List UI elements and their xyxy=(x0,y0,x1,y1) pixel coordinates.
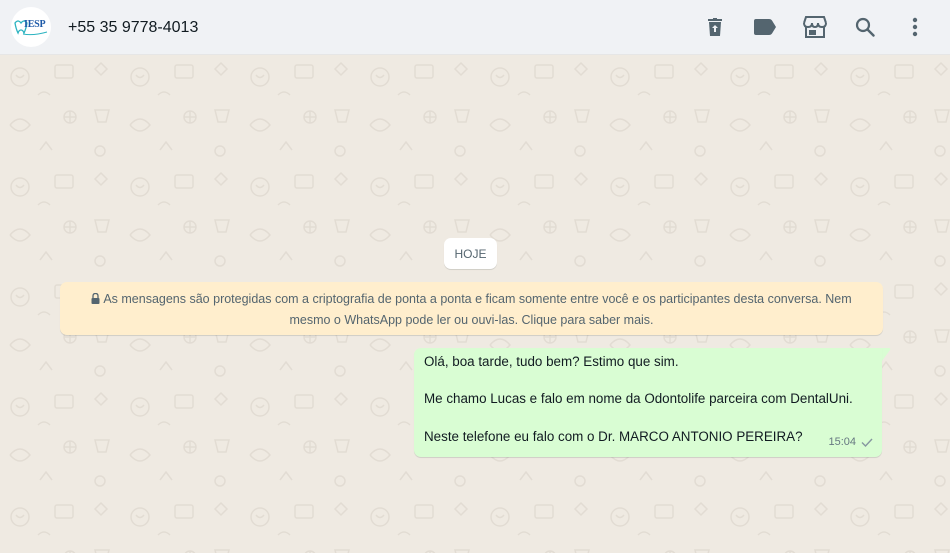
date-divider: HOJE xyxy=(444,238,497,269)
search-icon[interactable] xyxy=(852,14,878,40)
encryption-notice-text: As mensagens são protegidas com a cripto… xyxy=(103,292,852,327)
message-time: 15:04 xyxy=(828,436,856,449)
message-line: Neste telefone eu falo com o Dr. MARCO A… xyxy=(424,428,803,444)
avatar-logo-text: IESP xyxy=(24,19,46,30)
message-meta: 15:04 xyxy=(828,433,873,452)
avatar[interactable]: IESP xyxy=(11,7,51,47)
label-icon[interactable] xyxy=(752,14,778,40)
bubble-tail xyxy=(882,348,891,361)
encryption-notice[interactable]: As mensagens são protegidas com a cripto… xyxy=(60,282,883,335)
message-line: Olá, boa tarde, tudo bem? Estimo que sim… xyxy=(424,354,679,369)
lock-icon xyxy=(91,293,100,304)
chat-header: IESP +55 35 9778-4013 xyxy=(0,0,950,55)
store-icon[interactable] xyxy=(802,14,828,40)
single-check-icon xyxy=(861,438,873,448)
menu-icon[interactable] xyxy=(902,14,928,40)
message-line: Me chamo Lucas e falo em nome da Odontol… xyxy=(424,391,853,407)
contact-name[interactable]: +55 35 9778-4013 xyxy=(68,18,198,38)
delete-icon[interactable] xyxy=(702,14,728,40)
chat-area[interactable]: HOJE As mensagens são protegidas com a c… xyxy=(0,55,950,553)
outgoing-message[interactable]: Olá, boa tarde, tudo bem? Estimo que sim… xyxy=(414,348,882,457)
